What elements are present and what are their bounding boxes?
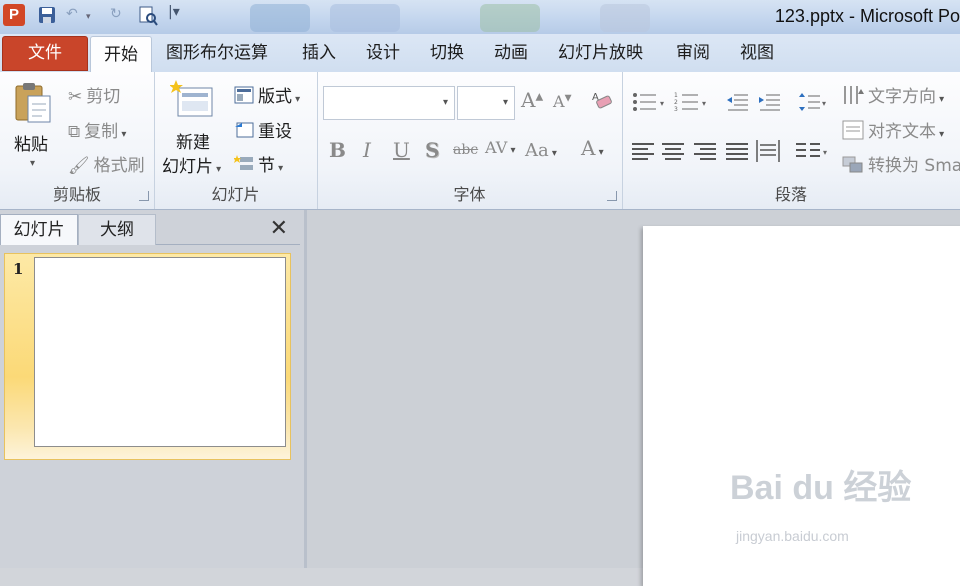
font-launcher-icon[interactable] (607, 191, 617, 201)
tab-outline[interactable]: 大纲 (78, 214, 156, 245)
slide-canvas (307, 210, 960, 586)
font-group-label: 字体 (453, 185, 486, 204)
paragraph-group-label: 段落 (774, 185, 807, 204)
undo-icon[interactable]: ↶ (66, 6, 78, 22)
title-bar: P ↶ ▾ ↻ |▾ 123.pptx - Microsoft Po (0, 0, 960, 34)
reset-button[interactable]: 重设 (234, 117, 292, 144)
align-text-icon (842, 120, 864, 145)
tab-file[interactable]: 文件 (2, 36, 88, 71)
italic-button[interactable]: I (363, 138, 371, 162)
tab-home[interactable]: 开始 (90, 36, 152, 73)
close-icon[interactable]: ✕ (270, 216, 288, 242)
ribbon-tab-bar: 文件 开始 图形布尔运算 插入 设计 切换 动画 幻灯片放映 审阅 视图 (0, 34, 960, 73)
clipboard-group: 粘贴 ▾ ✂ 剪切 ⧉ 复制 ▾ 🖌 格式刷 剪贴板 (0, 72, 155, 209)
cut-button[interactable]: ✂ 剪切 (68, 82, 120, 107)
tab-slideshow[interactable]: 幻灯片放映 (558, 34, 643, 72)
font-size-dropdown[interactable]: ▾ (457, 86, 515, 120)
clear-formatting-icon[interactable]: A (591, 88, 613, 115)
font-family-dropdown[interactable]: ▾ (323, 86, 455, 120)
paste-button[interactable]: 粘贴 (14, 130, 48, 155)
tab-view[interactable]: 视图 (740, 34, 774, 72)
print-preview-icon[interactable] (138, 6, 158, 30)
svg-text:▾: ▾ (702, 99, 706, 108)
slide-thumbnail-item[interactable]: 1 (4, 253, 291, 460)
tab-review[interactable]: 审阅 (676, 34, 710, 72)
background-blur (250, 4, 310, 32)
shrink-font-icon[interactable]: A▼ (553, 92, 571, 111)
tab-slides[interactable]: 幻灯片 (0, 214, 78, 245)
text-direction-icon (842, 85, 864, 110)
paintbrush-icon: 🖌 (68, 156, 90, 176)
smartart-icon (842, 154, 864, 179)
clipboard-group-label: 剪贴板 (52, 185, 101, 204)
font-group: ▾ ▾ A▲ A▼ A B I U S abc AV ▾ Aa ▾ A ▾ 字体 (317, 72, 623, 209)
layout-icon (234, 86, 254, 109)
copy-button[interactable]: ⧉ 复制 ▾ (68, 117, 126, 142)
background-blur (480, 4, 540, 32)
text-direction-button[interactable]: 文字方向 ▾ (842, 82, 944, 110)
grow-font-icon[interactable]: A▲ (521, 88, 543, 112)
numbering-icon[interactable]: 1 2 3 ▾ (674, 92, 710, 116)
paste-icon[interactable] (12, 80, 54, 130)
new-slide-label[interactable]: 新建 (176, 128, 210, 153)
chevron-down-icon: ▾ (442, 97, 448, 108)
tab-animations[interactable]: 动画 (494, 34, 528, 72)
bold-button[interactable]: B (329, 138, 346, 162)
tab-shape-boolean[interactable]: 图形布尔运算 (166, 34, 268, 72)
tab-insert[interactable]: 插入 (302, 34, 336, 72)
customize-qat-icon[interactable]: |▾ (168, 4, 180, 20)
redo-icon[interactable]: ↻ (110, 6, 122, 22)
slides-outline-panel: 幻灯片 大纲 ✕ 1 (0, 210, 305, 568)
scissors-icon: ✂ (68, 87, 83, 107)
layout-button[interactable]: 版式 ▾ (234, 82, 300, 109)
slide-number: 1 (13, 260, 24, 278)
save-icon[interactable] (38, 6, 56, 28)
section-button[interactable]: 节 ▾ (233, 151, 283, 178)
baidu-watermark-url: jingyan.baidu.com (736, 528, 849, 544)
slide-thumbnail[interactable] (34, 257, 286, 447)
format-painter-button[interactable]: 🖌 格式刷 (68, 151, 145, 176)
line-spacing-icon[interactable]: ▾ (798, 92, 828, 116)
background-blur (600, 4, 650, 32)
convert-smartart-button[interactable]: 转换为 Sma (842, 151, 960, 179)
new-slide-icon[interactable] (169, 80, 216, 124)
decrease-indent-icon[interactable] (726, 92, 750, 116)
reset-icon (234, 121, 254, 144)
copy-icon: ⧉ (68, 122, 81, 142)
underline-button[interactable]: U (393, 138, 410, 162)
character-spacing-button[interactable]: AV ▾ (485, 138, 516, 157)
baidu-watermark: Bai du 经验 (730, 469, 912, 507)
window-title: 123.pptx - Microsoft Po (774, 6, 960, 26)
tab-design[interactable]: 设计 (366, 34, 400, 72)
increase-indent-icon[interactable] (758, 92, 782, 116)
align-text-button[interactable]: 对齐文本 ▾ (842, 117, 944, 145)
svg-text:1: 1 (674, 92, 678, 99)
ribbon: 粘贴 ▾ ✂ 剪切 ⧉ 复制 ▾ 🖌 格式刷 剪贴板 新建 幻灯片 ▾ 版式 ▾ 重设… (0, 72, 960, 210)
slides-group: 新建 幻灯片 ▾ 版式 ▾ 重设 节 ▾ 幻灯片 (154, 72, 318, 209)
tab-transitions[interactable]: 切换 (430, 34, 464, 72)
paste-dropdown-icon[interactable]: ▾ (30, 158, 35, 169)
powerpoint-logo-icon[interactable]: P (3, 4, 25, 26)
svg-text:▾: ▾ (822, 99, 826, 108)
paragraph-group: ▾ 1 2 3 ▾ ▾ ▾ 文字方向 ▾ 对齐文本 ▾ 转换为 Sma 段落 (622, 72, 960, 209)
bullets-icon[interactable]: ▾ (632, 92, 668, 116)
slides-group-label: 幻灯片 (211, 185, 260, 204)
svg-text:▾: ▾ (823, 148, 827, 157)
new-slide-button[interactable]: 幻灯片 ▾ (162, 152, 221, 177)
undo-dropdown-icon[interactable]: ▾ (86, 12, 91, 22)
font-color-button[interactable]: A ▾ (581, 136, 604, 160)
chevron-down-icon: ▾ (502, 97, 508, 108)
background-blur (330, 4, 400, 32)
svg-text:2: 2 (674, 99, 678, 106)
clipboard-launcher-icon[interactable] (139, 191, 149, 201)
change-case-button[interactable]: Aa ▾ (525, 140, 557, 161)
svg-text:▾: ▾ (660, 99, 664, 108)
strikethrough-button[interactable]: abc (453, 142, 478, 158)
panel-tabs: 幻灯片 大纲 ✕ (0, 214, 300, 245)
svg-text:3: 3 (674, 106, 678, 112)
text-shadow-button[interactable]: S (425, 138, 439, 162)
section-icon (233, 154, 254, 178)
